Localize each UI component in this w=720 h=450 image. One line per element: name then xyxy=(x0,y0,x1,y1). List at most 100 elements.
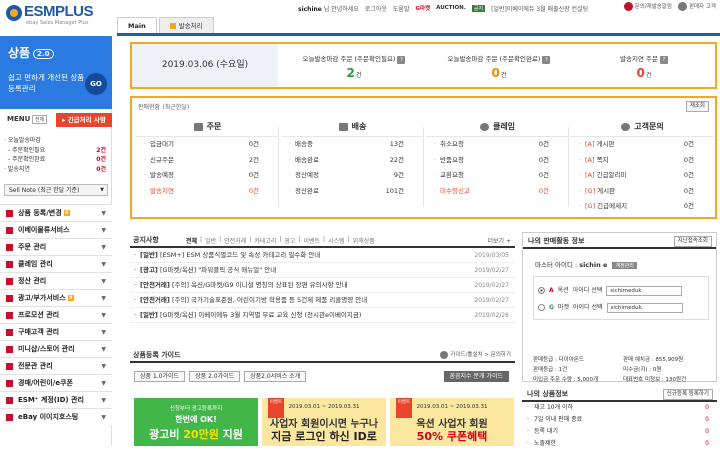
banner2-date: 2019.03.01 ~ 2019.03.31 xyxy=(288,404,360,410)
urgent-count-row[interactable]: · 오늘발송마감 xyxy=(4,136,110,146)
notice-category-tab[interactable]: 안전거래 xyxy=(224,236,246,245)
sales-row[interactable]: 미수령신고 0건 xyxy=(426,184,569,200)
sidebar-menu-item[interactable]: 이베이물류서비스 ▼ xyxy=(0,221,112,238)
promo-go-button[interactable]: GO xyxy=(85,73,107,95)
notice-category-tab[interactable]: 이벤트 xyxy=(303,236,320,245)
menu-item-icon xyxy=(6,311,13,319)
stat-row: 판매등급 : 1건 미수금(지) : 0원 xyxy=(533,365,713,375)
sidebar-menu-item[interactable]: eBay 이이지호스팅 ▼ xyxy=(0,408,112,425)
account-radio[interactable] xyxy=(538,304,545,311)
notice-category-tab[interactable]: 카테고리 xyxy=(254,236,276,245)
question-icon[interactable]: ? xyxy=(397,56,406,64)
logout-link[interactable]: 로그아웃 xyxy=(365,4,387,13)
notice-item-category: [일반] xyxy=(140,311,158,319)
account-id-field[interactable]: sichimeduk xyxy=(606,285,683,296)
banner-ad-support[interactable]: 신청부터 광고등록까지 한번에 OK! 광고비 20만원 지원 xyxy=(134,398,258,446)
sidebar-menu-item[interactable]: 클레임 관리 ▼ xyxy=(0,255,112,272)
question-icon[interactable]: ? xyxy=(659,56,668,64)
summary-box[interactable]: 오늘발송마감 주문 (주문확인필요)? 2건 xyxy=(282,44,426,87)
sales-row[interactable]: 입금대기 0건 xyxy=(136,137,279,153)
sales-row[interactable]: [A] 긴급알리미 0건 xyxy=(571,168,714,184)
sales-row-label: 취소요청 xyxy=(440,140,464,148)
sidebar-menu-item[interactable]: 정산 관리 ▼ xyxy=(0,272,112,289)
sales-row[interactable]: 배송중 13건 xyxy=(281,137,424,153)
sales-refresh-button[interactable]: 재조회 xyxy=(685,101,709,112)
tab-shipping[interactable]: 발송처리 xyxy=(158,17,214,33)
product-info-row[interactable]: 노출제한 0 xyxy=(522,438,717,450)
sidebar-menu-item[interactable]: 경매/어린이/e쿠폰 ▼ xyxy=(0,374,112,391)
sidebar-menu-item[interactable]: 광고/부가서비스 N ▼ xyxy=(0,289,112,306)
sales-row[interactable]: 정산예정 9건 xyxy=(281,168,424,184)
sidebar-menu-item[interactable]: 구매고객 관리 ▼ xyxy=(0,323,112,340)
logo[interactable]: ESMPLUS ebay Sales Manager Plus xyxy=(6,3,116,33)
partner-auction[interactable]: AUCTION. xyxy=(436,5,466,11)
sales-row[interactable]: 발송지연 0건 xyxy=(136,184,279,200)
guide-button[interactable]: 상품 1.0가이드 xyxy=(134,371,186,382)
notice-category-tab[interactable]: 위해상품 xyxy=(353,236,375,245)
guide-help-link[interactable]: 가이드/툴설치 > 문의하기 xyxy=(440,350,511,359)
sales-row[interactable]: 반품요청 0건 xyxy=(426,153,569,169)
menu-item-label: 정산 관리 xyxy=(18,277,47,285)
sales-row[interactable]: [G] 긴급메세지 0건 xyxy=(571,199,714,215)
banner-event-2[interactable]: 이벤트 2019.03.01 ~ 2019.03.31 옥션 사업자 회원 50… xyxy=(390,398,514,446)
notice-category-tab[interactable]: 일반 xyxy=(205,236,216,245)
guide-button[interactable]: 상품 2.0가이드 xyxy=(189,371,241,382)
menu-label: MENU xyxy=(7,115,31,123)
sidebar-menu-item[interactable]: ESM⁺ 계정(ID) 관리 ▼ xyxy=(0,391,112,408)
sales-row[interactable]: 교환요청 0건 xyxy=(426,168,569,184)
guide-dark-button[interactable]: 꼼꼼지수 분개 가이드 xyxy=(443,371,509,382)
product-info-row[interactable]: 재고 10개 이하 0 xyxy=(522,402,717,414)
chevron-down-icon: ▼ xyxy=(101,210,106,217)
sales-row[interactable]: 취소요청 0건 xyxy=(426,137,569,153)
notice-category-tab[interactable]: 시스템 xyxy=(328,236,345,245)
chevron-down-icon: ▼ xyxy=(101,380,106,387)
help-link[interactable]: 도움말 xyxy=(393,4,410,13)
summary-box[interactable]: 오늘발송마감 주문 (주문확인완료)? 0건 xyxy=(427,44,571,87)
seller-customer-link[interactable]: 판매자 고객 xyxy=(677,2,716,11)
question-icon[interactable]: ? xyxy=(542,56,551,64)
header-notice-text[interactable]: [일반]이베이에듀 3월 매출신장 컨설팅 xyxy=(491,4,588,13)
sales-row[interactable]: [A] 쪽지 0건 xyxy=(571,153,714,169)
inquiry-link[interactable]: 문의/재발송알림 xyxy=(623,2,672,11)
urgent-tab[interactable]: ▸ 긴급처리 사항 xyxy=(56,113,112,127)
sidebar-menu-item[interactable]: 미니샵/스토어 관리 ▼ xyxy=(0,340,112,357)
urgent-count-row[interactable]: · 발송지연 0건 xyxy=(4,165,110,175)
urgent-count-row[interactable]: - 주문확인완료 0건 xyxy=(4,155,110,165)
product-info-row[interactable]: 7일 이내 판매 종료 0 xyxy=(522,414,717,426)
sales-row[interactable]: 발송예정 0건 xyxy=(136,168,279,184)
sales-row[interactable]: 정산완료 101건 xyxy=(281,184,424,200)
sales-row[interactable]: 신규주문 2건 xyxy=(136,153,279,169)
promo-banner[interactable]: 상품 2.0 쉽고 편하게 개선된 상품 등록관리 GO xyxy=(0,36,112,109)
sidebar-menu-item[interactable]: 전문관 관리 ▼ xyxy=(0,357,112,374)
tab-main[interactable]: Main xyxy=(117,17,157,33)
last-login-button[interactable]: 지난접속조회 xyxy=(673,236,712,247)
partner-gmarket[interactable]: G마켓 xyxy=(415,4,430,12)
sales-row[interactable]: [A] 게시판 0건 xyxy=(571,137,714,153)
banner-event-1[interactable]: 이벤트 2019.03.01 ~ 2019.03.31 사업자 회원이시면 누구… xyxy=(262,398,386,446)
guide-button[interactable]: 상품2.0서비스 소개 xyxy=(244,371,307,382)
sales-row[interactable]: [G] 게시판 0건 xyxy=(571,184,714,200)
notice-more-link[interactable]: 더보기 + xyxy=(488,236,512,245)
product-info-row[interactable]: 등록 대기 0 xyxy=(522,426,717,438)
sales-row-count: 0건 xyxy=(683,202,694,210)
sidebar-menu-item[interactable]: 주문 관리 ▼ xyxy=(0,238,112,255)
urgent-count-row[interactable]: - 주문확인필요 2건 xyxy=(4,146,110,156)
stat-cell: 판매등급 : 다이아몬드 xyxy=(533,357,584,363)
account-manage-button[interactable]: 계정관리 xyxy=(612,262,637,269)
notice-category-tab[interactable]: 전체 xyxy=(186,236,197,245)
menu-all-button[interactable]: 전체 xyxy=(32,115,48,124)
sales-row[interactable]: 배송완료 22건 xyxy=(281,153,424,169)
sidebar-menu-item[interactable]: 프로모션 관리 ▼ xyxy=(0,306,112,323)
notice-category-tab[interactable]: 광고 xyxy=(284,236,295,245)
sidebar-menu-item[interactable]: 상품 등록/변경 N ▼ xyxy=(0,204,112,221)
new-register-button[interactable]: 신규등록 등록하기 xyxy=(662,389,713,400)
summary-box[interactable]: 발송지연 주문? 0건 xyxy=(572,44,716,87)
account-id-field[interactable]: sichimeduk. xyxy=(606,302,683,313)
notice-item[interactable]: [안전거래] [주의] 옥션/G마켓/G9 이니셜 명칭의 상표된 장편 유의사… xyxy=(130,278,515,293)
account-radio[interactable] xyxy=(538,287,545,294)
notice-item[interactable]: [안전거래] [주의] 국가기술표준원, 어린이기방 학용품 등 5건제 제품 … xyxy=(130,293,515,308)
sell-note-dropdown[interactable]: Sell Note (최근 한달 기준) ▼ xyxy=(4,184,108,196)
notice-item[interactable]: [일반] [G마켓/옥션] 이베이에듀 3월 지역별 무료 교육 신청 (전시관… xyxy=(130,308,515,323)
notice-item[interactable]: [광고] [G마켓/옥션] "파워클릭 공식 매뉴얼" 안내 2019/02/27 xyxy=(130,263,515,278)
notice-item[interactable]: [일반] [ESM+] ESM 상품식별코드 및 속성 카테고리 필수화 안내 2… xyxy=(130,248,515,263)
